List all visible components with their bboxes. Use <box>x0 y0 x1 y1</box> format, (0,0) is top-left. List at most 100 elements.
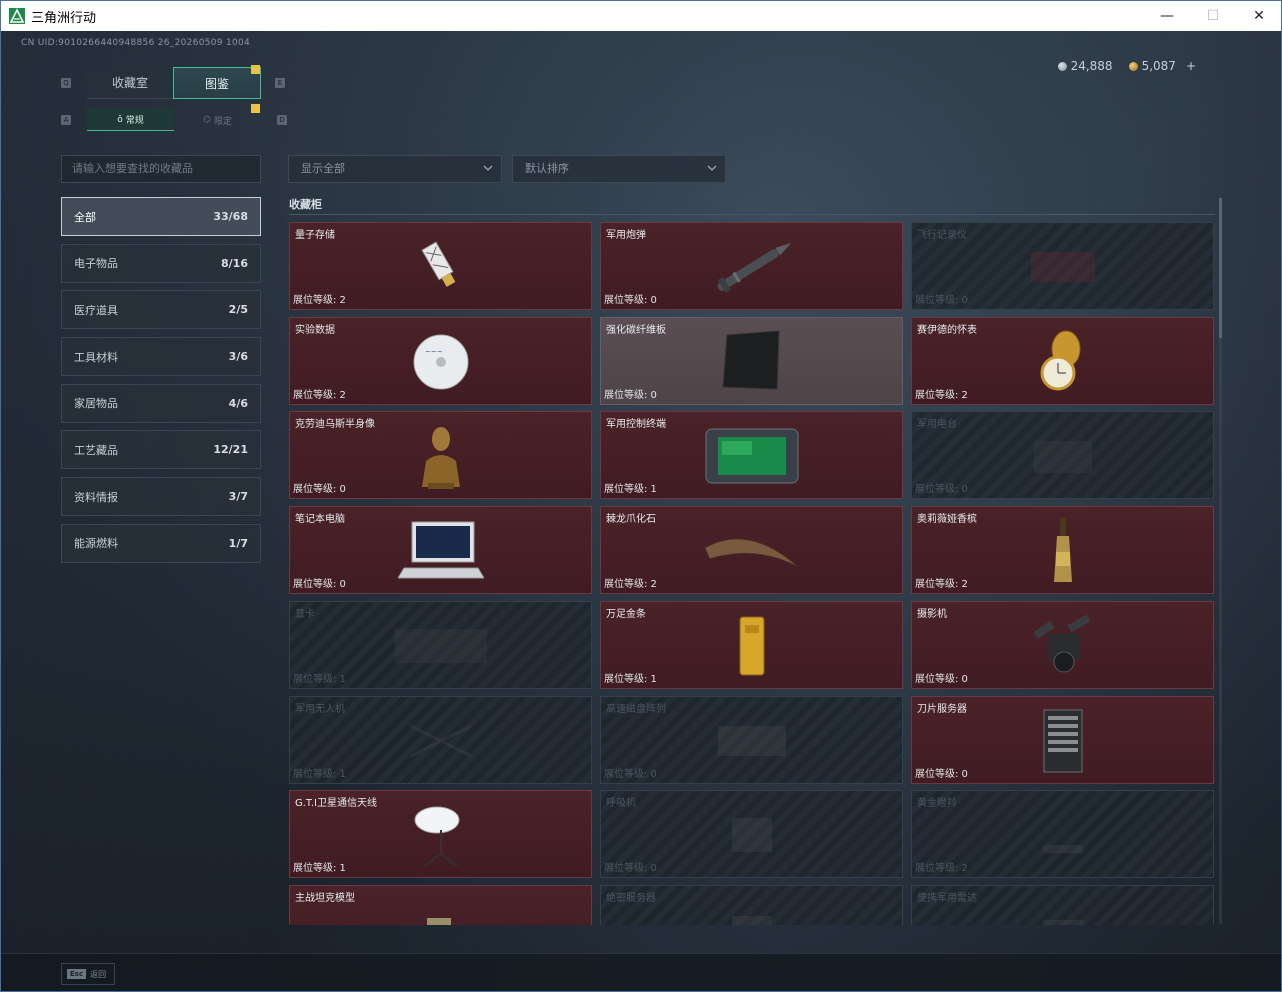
category-item[interactable]: 能源燃料 1/7 <box>61 523 261 563</box>
collection-card[interactable]: 赛伊德的怀表 展位等级: 2 <box>911 317 1214 405</box>
pocket-watch-icon <box>1013 326 1113 398</box>
scrollbar-thumb[interactable] <box>1219 198 1222 338</box>
subtab-limited[interactable]: ⌬ 限定 <box>174 109 261 131</box>
item-display-level: 展位等级: 1 <box>293 769 346 780</box>
collection-card[interactable]: 绝密服务器 <box>600 885 903 925</box>
collection-card[interactable]: 军用控制终端 展位等级: 1 <box>600 411 903 499</box>
collection-card[interactable]: 万足金条 展位等级: 1 <box>600 601 903 689</box>
filter-dropdown-value: 显示全部 <box>301 162 345 175</box>
item-name: 黄金瞪羚 <box>917 798 957 809</box>
item-name: 主战坦克模型 <box>295 893 355 904</box>
sort-dropdown[interactable]: 默认排序 <box>512 155 726 183</box>
collection-card[interactable]: 摄影机展位等级: 0 <box>911 601 1214 689</box>
section-title: 收藏柜 <box>289 198 322 211</box>
flight-recorder-icon <box>1013 231 1113 303</box>
tab-catalog[interactable]: 图鉴 <box>173 67 261 99</box>
collection-card[interactable]: 显卡展位等级: 1 <box>289 601 592 689</box>
item-display-level: 展位等级: 0 <box>604 390 657 401</box>
usb-drive-icon <box>391 231 491 303</box>
category-item[interactable]: 医疗道具 2/5 <box>61 290 261 330</box>
disc-icon: ~~~ <box>391 326 491 398</box>
category-list: 全部 33/68 电子物品 8/16 医疗道具 2/5 工具材料 3/6 家居物品 4/6 工艺藏品… <box>61 197 261 571</box>
item-name: 高速磁盘阵列 <box>606 704 666 715</box>
item-name: 飞行记录仪 <box>917 230 967 241</box>
collection-card[interactable]: 克劳迪乌斯半身像 展位等级: 0 <box>289 411 592 499</box>
hotkey-a: A <box>61 115 71 125</box>
category-item[interactable]: 电子物品 8/16 <box>61 243 261 283</box>
esc-key-icon: Esc <box>67 969 87 979</box>
camera-icon <box>1013 610 1113 682</box>
radar-icon <box>1013 894 1113 925</box>
category-item[interactable]: 资料情报 3/7 <box>61 477 261 517</box>
category-item[interactable]: 工艺藏品 12/21 <box>61 430 261 470</box>
app-window: 三角洲行动 — ☐ ✕ CN UID:9010266440948856 26_2… <box>0 0 1282 992</box>
collection-card[interactable]: 军用电台 展位等级: 0 <box>911 411 1214 499</box>
item-display-level: 展位等级: 1 <box>293 674 346 685</box>
category-count: 8/16 <box>221 256 248 270</box>
search-input[interactable]: 请输入想要查找的收藏品 <box>61 155 261 183</box>
hotkey-e: E <box>275 78 285 88</box>
close-button[interactable]: ✕ <box>1236 1 1281 31</box>
subtab-regular-label: 常规 <box>125 116 144 126</box>
category-count: 1/7 <box>228 536 248 550</box>
item-name: 显卡 <box>295 609 315 620</box>
category-item[interactable]: 全部 33/68 <box>61 197 261 236</box>
secret-server-icon <box>702 894 802 925</box>
category-count: 4/6 <box>228 396 248 410</box>
item-name: 万足金条 <box>606 609 646 620</box>
server-icon <box>1013 705 1113 777</box>
collection-card[interactable]: 刀片服务器 展位等级: 0 <box>911 696 1214 784</box>
category-label: 医疗道具 <box>74 303 118 317</box>
item-display-level: 展位等级: 2 <box>293 295 346 306</box>
section-divider <box>289 214 1215 215</box>
back-button[interactable]: Esc 返回 <box>61 963 115 985</box>
category-count: 12/21 <box>213 443 248 457</box>
item-display-level: 展位等级: 1 <box>293 863 346 874</box>
item-name: 绝密服务器 <box>606 893 656 904</box>
item-name: 克劳迪乌斯半身像 <box>295 419 375 430</box>
carbon-plate-icon <box>702 326 802 398</box>
category-item[interactable]: 工具材料 3/6 <box>61 337 261 377</box>
collection-card[interactable]: 主战坦克模型 <box>289 885 592 925</box>
champagne-icon <box>1013 515 1113 587</box>
item-name: 摄影机 <box>917 609 947 620</box>
gold-amount: 5,087 <box>1141 59 1176 73</box>
ventilator-icon <box>702 799 802 871</box>
laptop-icon <box>391 515 491 587</box>
minimize-button[interactable]: — <box>1144 1 1190 31</box>
subtab-regular[interactable]: ǒ 常规 <box>87 109 174 131</box>
app-logo-icon <box>9 8 25 24</box>
filter-dropdown[interactable]: 显示全部 <box>288 155 502 183</box>
tab-collection-room[interactable]: 收藏室 <box>87 67 173 99</box>
collection-card[interactable]: 呼吸机 展位等级: 0 <box>600 790 903 878</box>
gpu-icon <box>391 610 491 682</box>
collection-card[interactable]: G.T.I卫星通信天线 展位等级: 1 <box>289 790 592 878</box>
collection-card[interactable]: 棘龙爪化石 展位等级: 2 <box>600 506 903 594</box>
artillery-shell-icon <box>702 231 802 303</box>
add-currency-button[interactable]: + <box>1186 59 1196 73</box>
collection-card[interactable]: 军用炮弹 展位等级: 0 <box>600 222 903 310</box>
collection-card[interactable]: 强化碳纤维板 展位等级: 0 <box>600 317 903 405</box>
collection-card[interactable]: 实验数据 ~~~ 展位等级: 2 <box>289 317 592 405</box>
collection-card[interactable]: 奥莉薇娅香槟 展位等级: 2 <box>911 506 1214 594</box>
item-display-level: 展位等级: 0 <box>293 579 346 590</box>
item-name: 军用控制终端 <box>606 419 666 430</box>
category-item[interactable]: 家居物品 4/6 <box>61 383 261 423</box>
back-label: 返回 <box>90 969 107 979</box>
chevron-down-icon <box>707 165 717 171</box>
item-display-level: 展位等级: 0 <box>915 484 968 495</box>
collection-card[interactable]: 量子存储 展位等级: 2 <box>289 222 592 310</box>
collection-card[interactable]: 便携军用雷达 <box>911 885 1214 925</box>
item-display-level: 展位等级: 1 <box>604 484 657 495</box>
item-display-level: 展位等级: 2 <box>293 390 346 401</box>
collection-card[interactable]: 飞行记录仪 展位等级: 0 <box>911 222 1214 310</box>
collection-card[interactable]: 黄金瞪羚 展位等级: 2 <box>911 790 1214 878</box>
item-display-level: 展位等级: 0 <box>915 674 968 685</box>
sub-tabs: ǒ 常规 ⌬ 限定 <box>87 109 261 131</box>
collection-card[interactable]: 笔记本电脑 展位等级: 0 <box>289 506 592 594</box>
category-label: 资料情报 <box>74 490 118 504</box>
item-display-level: 展位等级: 0 <box>604 295 657 306</box>
maximize-button[interactable]: ☐ <box>1190 1 1236 31</box>
collection-card[interactable]: 军用无人机 展位等级: 1 <box>289 696 592 784</box>
collection-card[interactable]: 高速磁盘阵列 展位等级: 0 <box>600 696 903 784</box>
